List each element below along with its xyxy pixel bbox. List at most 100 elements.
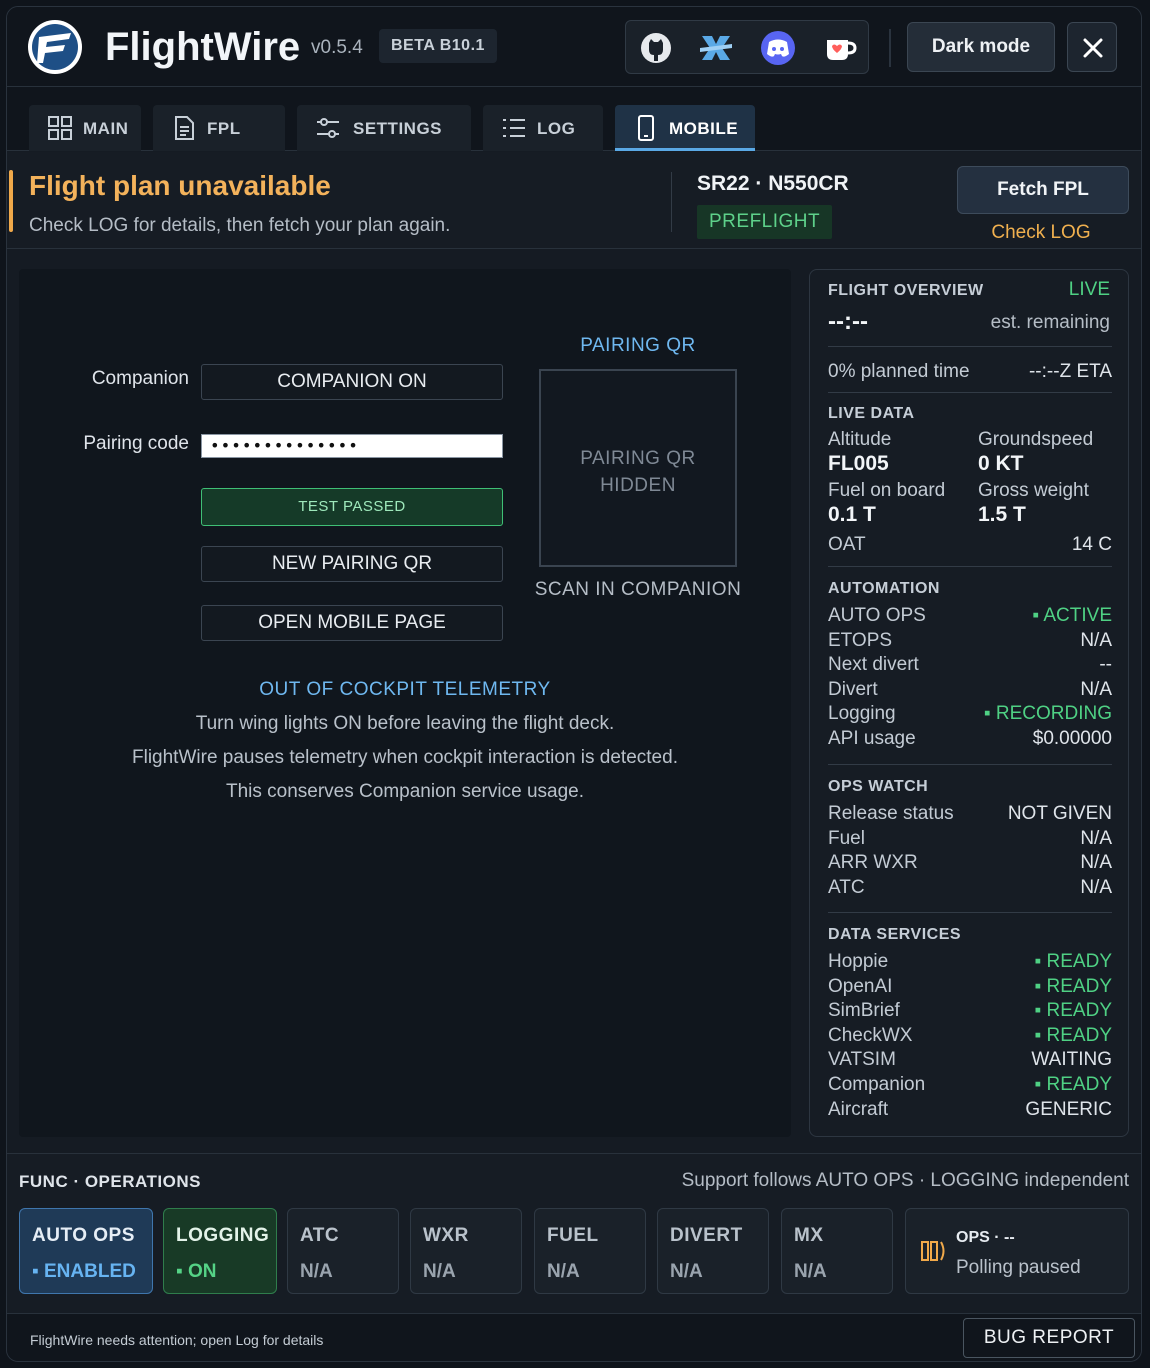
fetch-fpl-button[interactable]: Fetch FPL (957, 166, 1129, 214)
banner-divider (671, 172, 672, 232)
scan-in-companion-label: SCAN IN COMPANION (534, 579, 742, 600)
status-row-value: WAITING (1031, 1049, 1112, 1071)
banner-title: Flight plan unavailable (29, 170, 331, 201)
close-icon (1083, 38, 1103, 58)
grid-icon (48, 116, 72, 140)
status-row: Companion ▪ READY (828, 1073, 1112, 1097)
pairing-code-input[interactable]: •••••••••••••• (201, 434, 503, 458)
status-row-label: VATSIM (828, 1049, 896, 1071)
status-row: Fuel N/A (828, 827, 1112, 851)
status-row: Logging ▪ RECORDING (828, 702, 1112, 726)
divider (828, 764, 1112, 765)
ops-status-subtitle: Polling paused (956, 1257, 1081, 1278)
companion-toggle-button[interactable]: COMPANION ON (201, 364, 503, 400)
tab-main-label: MAIN (83, 119, 129, 138)
telemetry-line: Turn wing lights ON before leaving the f… (195, 713, 615, 734)
oat-value: 14 C (1071, 534, 1112, 555)
status-row: API usage $0.00000 (828, 727, 1112, 751)
tab-mobile-label: MOBILE (669, 119, 739, 138)
ops-card-title: WXR (423, 1225, 469, 1246)
status-row: Aircraft GENERIC (828, 1098, 1112, 1122)
groundspeed-value: 0 KT (978, 452, 1024, 475)
status-row-label: AUTO OPS (828, 605, 926, 626)
ops-card-mx[interactable]: MX N/A (781, 1208, 893, 1294)
pairing-qr-box: PAIRING QR HIDDEN (539, 369, 737, 567)
tab-log[interactable]: LOG (483, 105, 603, 151)
qr-hidden-line-2: HIDDEN (600, 475, 676, 496)
banner-subtitle: Check LOG for details, then fetch your p… (29, 215, 451, 236)
beta-badge: BETA B10.1 (379, 29, 497, 63)
planned-row: 0% planned time --:--Z ETA (828, 360, 1112, 384)
groundspeed-label: Groundspeed (978, 429, 1094, 450)
ops-card-logging[interactable]: LOGGING ▪ ON (163, 1208, 277, 1294)
tab-mobile[interactable]: MOBILE (615, 105, 755, 151)
status-row-label: ETOPS (828, 629, 893, 651)
pairing-qr-title: PAIRING QR (580, 335, 696, 356)
close-button[interactable] (1067, 22, 1117, 72)
tab-fpl[interactable]: FPL (153, 105, 285, 151)
tab-main[interactable]: MAIN (29, 105, 141, 151)
flightwire-logo-icon (28, 20, 82, 74)
status-row-value: $0.00000 (1032, 728, 1112, 749)
status-row-value: GENERIC (1025, 1098, 1112, 1120)
status-message: FlightWire needs attention; open Log for… (30, 1332, 324, 1348)
status-row-label: API usage (828, 728, 916, 749)
ops-card-auto-ops[interactable]: AUTO OPS ▪ ENABLED (19, 1208, 153, 1294)
status-row: SimBrief ▪ READY (828, 999, 1112, 1023)
live-indicator: LIVE (1068, 279, 1110, 300)
qr-hidden-text: PAIRING QR HIDDEN (541, 445, 735, 499)
telemetry-line: FlightWire pauses telemetry when cockpit… (132, 747, 678, 768)
open-mobile-page-button[interactable]: OPEN MOBILE PAGE (201, 605, 503, 641)
status-row-value: ▪ READY (1034, 1024, 1112, 1046)
divider (828, 912, 1112, 913)
divider (828, 566, 1112, 567)
social-links (625, 20, 869, 74)
phone-icon (638, 115, 654, 141)
alert-banner: Flight plan unavailable Check LOG for de… (7, 152, 1141, 249)
status-row: VATSIM WAITING (828, 1048, 1112, 1072)
fuel-on-board-value: 0.1 T (828, 503, 876, 526)
ops-card-state: N/A (670, 1261, 703, 1282)
status-row-label: Release status (828, 803, 954, 824)
github-icon[interactable] (638, 30, 674, 66)
altitude-value: FL005 (828, 452, 889, 475)
ops-card-wxr[interactable]: WXR N/A (410, 1208, 522, 1294)
banner-accent-bar (9, 170, 13, 232)
check-log-link[interactable]: Check LOG (957, 222, 1125, 244)
ops-card-divert[interactable]: DIVERT N/A (657, 1208, 769, 1294)
status-row: ETOPS N/A (828, 629, 1112, 653)
tab-bar: MAIN FPL SETTINGS LOG MOBILE (7, 87, 1141, 151)
status-row-value: ▪ ACTIVE (1032, 605, 1112, 626)
ops-card-atc[interactable]: ATC N/A (287, 1208, 399, 1294)
status-row-value: -- (1099, 654, 1112, 676)
status-row-value: N/A (1080, 678, 1112, 700)
discord-icon[interactable] (760, 30, 796, 66)
oat-row: OAT 14 C (828, 533, 1112, 557)
header-divider (889, 29, 891, 67)
bug-report-button[interactable]: BUG REPORT (963, 1318, 1135, 1358)
new-pairing-qr-button[interactable]: NEW PAIRING QR (201, 546, 503, 582)
ops-card-fuel[interactable]: FUEL N/A (534, 1208, 646, 1294)
status-row-value: ▪ READY (1034, 1000, 1112, 1022)
status-row-label: Hoppie (828, 951, 889, 972)
status-row-value: NOT GIVEN (1007, 803, 1112, 824)
dark-mode-button[interactable]: Dark mode (907, 22, 1055, 72)
status-row: CheckWX ▪ READY (828, 1024, 1112, 1048)
tab-settings[interactable]: SETTINGS (297, 105, 471, 151)
ops-card-title: LOGGING (176, 1225, 270, 1246)
telemetry-title: OUT OF COCKPIT TELEMETRY (259, 679, 551, 700)
oat-label: OAT (828, 534, 866, 555)
status-row-label: Logging (828, 703, 896, 725)
list-icon (503, 119, 525, 137)
operations-title: FUNC · OPERATIONS (19, 1172, 201, 1191)
test-pairing-button[interactable]: TEST PASSED (201, 488, 503, 526)
gross-weight-value: 1.5 T (978, 503, 1026, 526)
companion-label: Companion (91, 368, 189, 389)
fuel-on-board-label: Fuel on board (828, 480, 946, 501)
xplane-icon[interactable] (698, 30, 734, 66)
tab-settings-label: SETTINGS (353, 119, 443, 138)
status-row-label: SimBrief (828, 1000, 900, 1022)
kofi-icon[interactable] (822, 30, 858, 66)
operations-note: Support follows AUTO OPS · LOGGING indep… (681, 1170, 1129, 1191)
status-row: OpenAI ▪ READY (828, 975, 1112, 999)
